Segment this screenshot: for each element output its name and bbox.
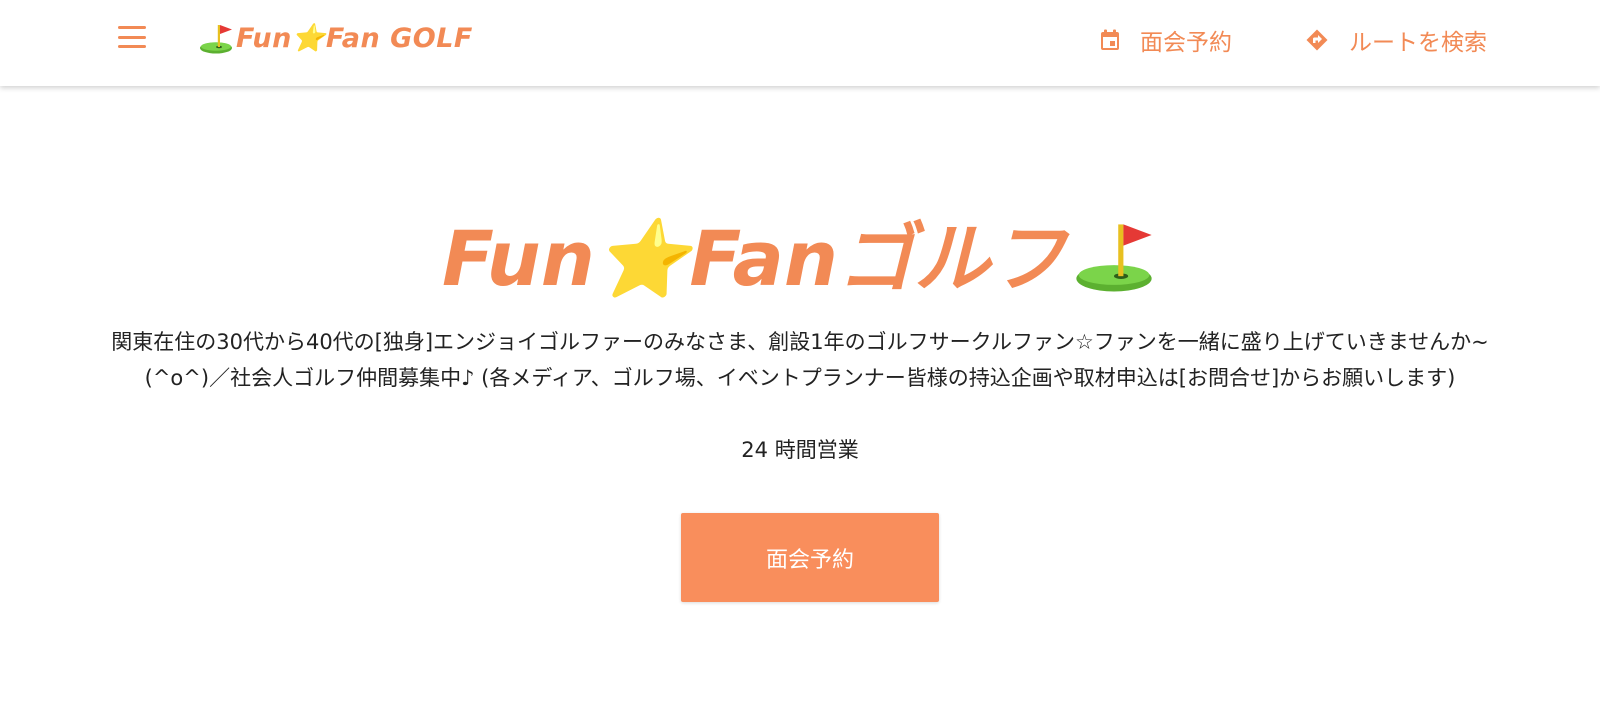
nav-reserve-label: 面会予約: [1140, 30, 1232, 56]
hero-description: 関東在住の30代から40代の[独身]エンジョイゴルファーのみなさま、創設1年のゴ…: [111, 330, 1489, 390]
nav-route-link[interactable]: ルートを検索: [1305, 20, 1487, 60]
nav-reserve-link[interactable]: 面会予約: [1100, 20, 1232, 60]
hero-title-row: Fun⭐Fanゴルフ: [0, 214, 1600, 314]
menu-line: [118, 35, 146, 39]
golf-flag-icon: [198, 21, 234, 55]
nav-route-label: ルートを検索: [1349, 30, 1487, 56]
calendar-icon: [1100, 29, 1120, 51]
directions-icon: [1305, 28, 1329, 52]
menu-line: [118, 26, 146, 29]
hamburger-menu-icon[interactable]: [118, 24, 148, 50]
golf-flag-icon: [1070, 215, 1158, 314]
top-app-bar: Fun⭐Fan GOLF 面会予約 ルートを検索: [0, 0, 1600, 86]
hero-section: Fun⭐Fanゴルフ 関東在住の30代から40代の[独身]エンジョイゴルファーの…: [0, 86, 1600, 710]
menu-line: [118, 45, 146, 48]
hero-title: Fun⭐Fanゴルフ: [441, 214, 1067, 303]
logo-text: Fun⭐Fan GOLF: [236, 23, 473, 54]
business-hours: 24 時間営業: [741, 438, 859, 462]
site-logo[interactable]: Fun⭐Fan GOLF: [198, 18, 473, 58]
reserve-button[interactable]: 面会予約: [681, 513, 939, 602]
